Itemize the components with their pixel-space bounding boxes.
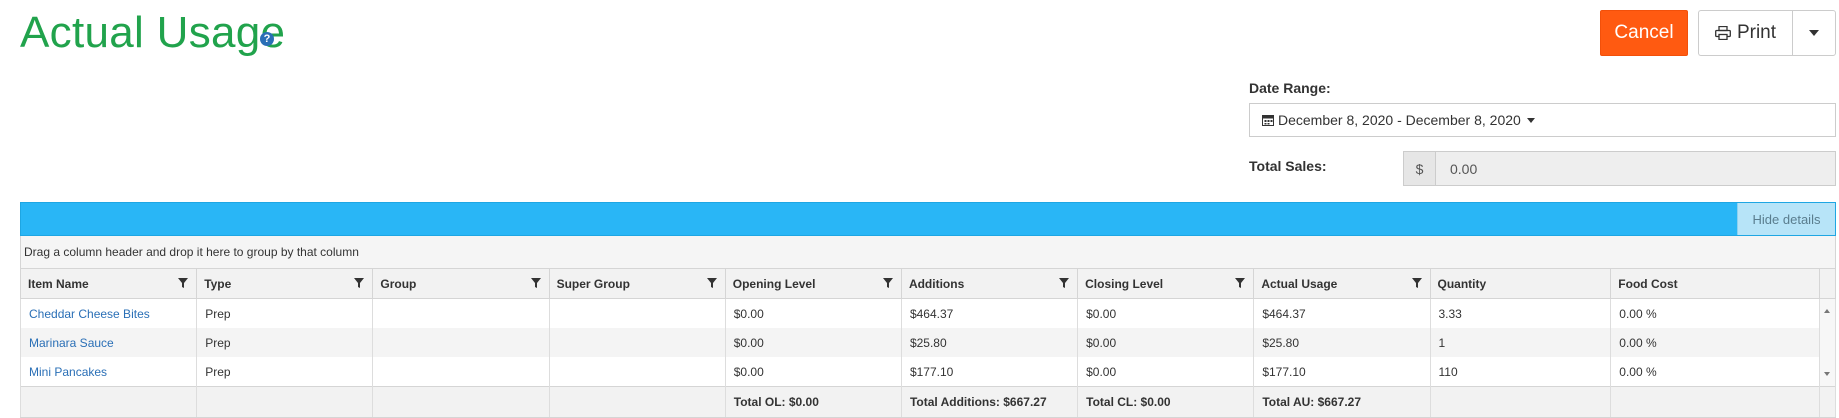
scroll-down-icon[interactable]: [1823, 372, 1830, 376]
printer-icon: [1715, 26, 1731, 40]
filter-icon[interactable]: [1411, 278, 1422, 288]
print-button-label: Print: [1736, 22, 1777, 43]
date-range-picker[interactable]: December 8, 2020 - December 8, 2020: [1249, 103, 1836, 137]
hide-details-button[interactable]: Hide details: [1737, 203, 1835, 235]
filter-icon[interactable]: [882, 278, 893, 288]
cell-super-group: [548, 328, 726, 357]
cell-opening-level: $0.00: [724, 328, 902, 357]
item-link[interactable]: Marinara Sauce: [29, 336, 114, 350]
help-icon[interactable]: ?: [260, 32, 274, 46]
cell-quantity: 110: [1429, 357, 1612, 387]
cell-additions: $464.37: [900, 298, 1079, 328]
currency-addon: $: [1403, 151, 1436, 186]
print-options-dropdown[interactable]: [1792, 10, 1836, 56]
cell-quantity: 3.33: [1429, 298, 1612, 328]
print-button[interactable]: Print: [1698, 10, 1792, 56]
grid-toolbar: Hide details: [20, 202, 1836, 236]
filter-icon[interactable]: [530, 278, 541, 288]
column-header-opening-level[interactable]: Opening Level: [724, 268, 902, 299]
cell-closing-level: $0.00: [1077, 298, 1255, 328]
table-header-row: Item Name Type Group Super Group Opening…: [19, 268, 1837, 299]
cell-type: Prep: [196, 357, 374, 387]
filter-icon[interactable]: [354, 278, 365, 288]
cell-opening-level: $0.00: [724, 298, 902, 328]
cell-type: Prep: [196, 328, 374, 357]
column-header-food-cost[interactable]: Food Cost: [1610, 268, 1820, 299]
cell-food-cost: 0.00 %: [1610, 328, 1820, 357]
table-row[interactable]: Mini Pancakes Prep $0.00 $177.10 $0.00 $…: [19, 357, 1836, 387]
cell-additions: $177.10: [900, 357, 1079, 387]
date-range-value: December 8, 2020 - December 8, 2020: [1278, 112, 1521, 128]
table-row[interactable]: Cheddar Cheese Bites Prep $0.00 $464.37 …: [19, 298, 1837, 387]
cell-closing-level: $0.00: [1077, 357, 1255, 387]
column-header-additions[interactable]: Additions: [900, 268, 1079, 299]
footer-total-opening-level: Total OL: $0.00: [724, 386, 902, 418]
scroll-up-icon[interactable]: [1823, 309, 1830, 313]
column-header-type[interactable]: Type: [196, 268, 374, 299]
cancel-button[interactable]: Cancel: [1600, 10, 1688, 56]
cell-super-group: [548, 357, 726, 387]
page-title: Actual Usage: [20, 8, 286, 57]
usage-table: Item Name Type Group Super Group Opening…: [19, 268, 1837, 418]
column-header-quantity[interactable]: Quantity: [1429, 268, 1612, 299]
cell-group: [372, 298, 550, 328]
footer-total-actual-usage: Total AU: $667.27: [1253, 386, 1431, 418]
column-header-super-group[interactable]: Super Group: [548, 268, 726, 299]
cell-actual-usage: $177.10: [1253, 357, 1431, 387]
column-header-closing-level[interactable]: Closing Level: [1077, 268, 1255, 299]
table-row[interactable]: Marinara Sauce Prep $0.00 $25.80 $0.00 $…: [19, 328, 1836, 357]
cell-actual-usage: $464.37: [1253, 298, 1431, 328]
filter-icon[interactable]: [1235, 278, 1246, 288]
column-header-item-name[interactable]: Item Name: [19, 268, 198, 299]
column-header-group[interactable]: Group: [372, 268, 550, 299]
cell-food-cost: 0.00 %: [1610, 357, 1820, 387]
column-header-actual-usage[interactable]: Actual Usage: [1253, 268, 1431, 299]
caret-down-icon: [1809, 30, 1819, 36]
cell-group: [372, 328, 550, 357]
cell-type: Prep: [196, 298, 374, 328]
filter-icon[interactable]: [178, 278, 189, 288]
cell-group: [372, 357, 550, 387]
item-link[interactable]: Cheddar Cheese Bites: [29, 307, 150, 321]
filter-icon[interactable]: [1059, 278, 1070, 288]
group-by-drop-area[interactable]: Drag a column header and drop it here to…: [20, 236, 1836, 268]
table-footer-row: Total OL: $0.00 Total Additions: $667.27…: [19, 386, 1837, 418]
date-range-label: Date Range:: [1249, 80, 1331, 96]
cell-actual-usage: $25.80: [1253, 328, 1431, 357]
cell-closing-level: $0.00: [1077, 328, 1255, 357]
item-link[interactable]: Mini Pancakes: [29, 365, 107, 379]
footer-total-additions: Total Additions: $667.27: [900, 386, 1079, 418]
cell-food-cost: 0.00 %: [1610, 298, 1820, 328]
cell-quantity: 1: [1429, 328, 1612, 357]
cell-super-group: [548, 298, 726, 328]
usage-grid: Hide details Drag a column header and dr…: [19, 202, 1837, 418]
scrollbar-header: [1818, 268, 1837, 299]
date-caret-icon: [1526, 117, 1535, 123]
vertical-scrollbar[interactable]: [1818, 298, 1837, 387]
cell-opening-level: $0.00: [724, 357, 902, 387]
filter-icon[interactable]: [706, 278, 717, 288]
footer-total-closing-level: Total CL: $0.00: [1077, 386, 1255, 418]
calendar-icon: [1262, 115, 1274, 126]
cell-additions: $25.80: [900, 328, 1079, 357]
total-sales-label: Total Sales:: [1249, 158, 1327, 174]
total-sales-input: 0.00: [1435, 151, 1836, 186]
